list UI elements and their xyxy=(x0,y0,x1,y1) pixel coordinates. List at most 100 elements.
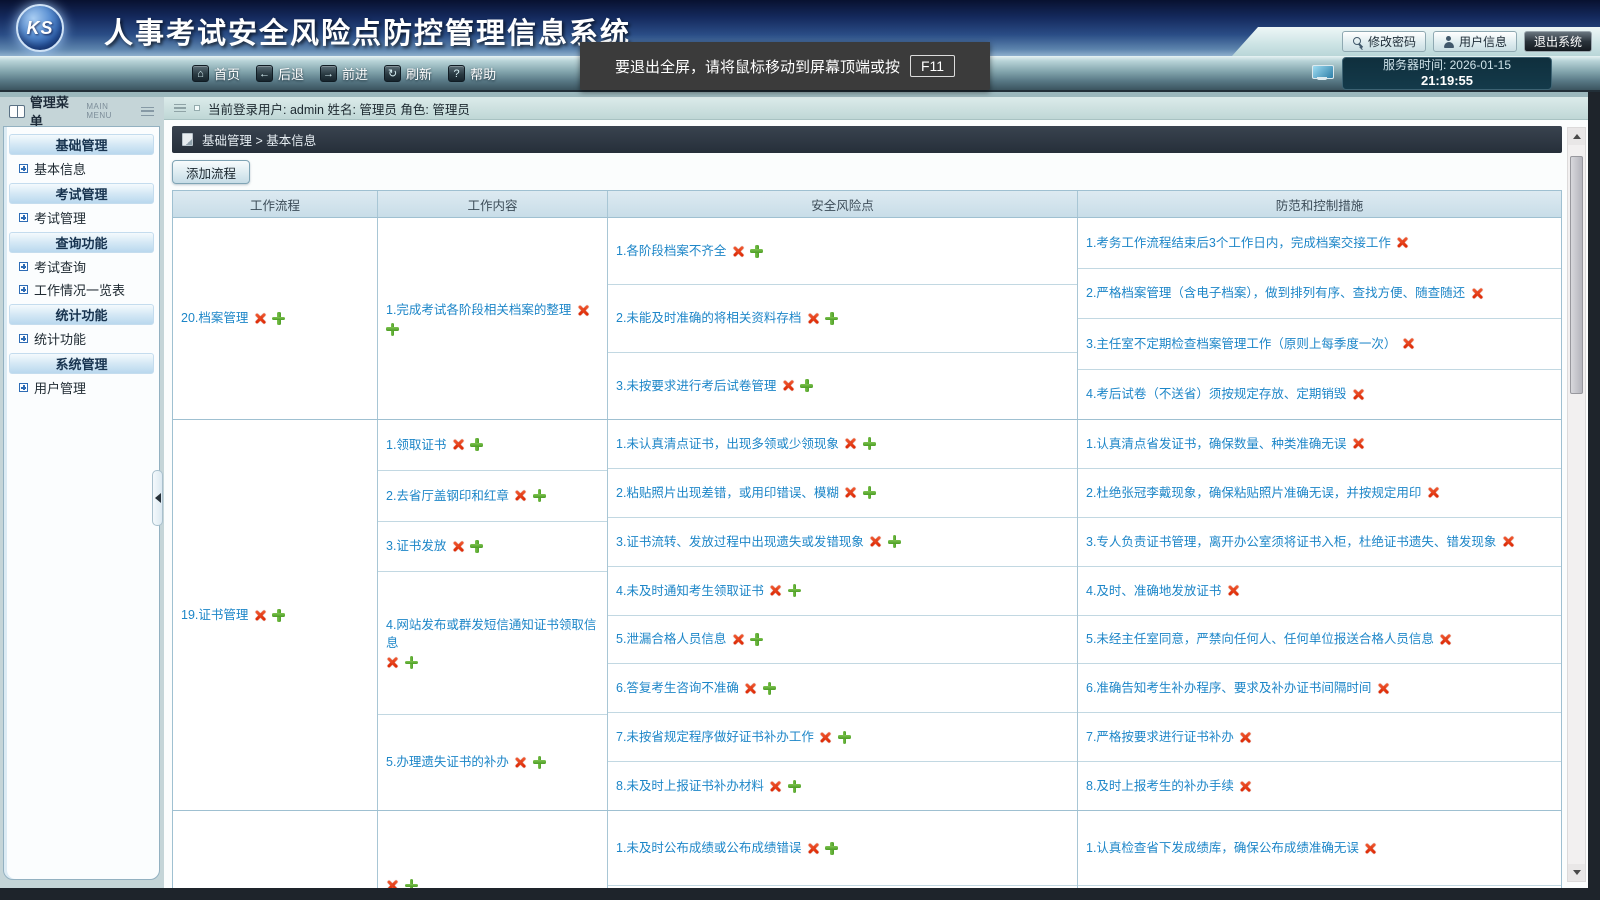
menu-toggle-icon[interactable] xyxy=(141,107,154,116)
add-icon[interactable] xyxy=(763,682,776,695)
logout-button[interactable]: 退出系统 xyxy=(1524,31,1592,52)
sidebar-item[interactable]: 工作情况一览表 xyxy=(7,278,156,301)
sidebar-collapse-handle[interactable] xyxy=(152,470,163,526)
add-icon[interactable] xyxy=(533,489,546,502)
cell-text: 7.未按省规定程序做好证书补办工作 xyxy=(616,728,814,746)
add-icon[interactable] xyxy=(838,731,851,744)
user-icon xyxy=(1443,36,1455,48)
delete-icon[interactable] xyxy=(844,486,858,500)
nav-item-refresh[interactable]: ↻刷新 xyxy=(384,64,432,83)
delete-icon[interactable] xyxy=(806,311,820,325)
add-icon[interactable] xyxy=(825,312,838,325)
delete-icon[interactable] xyxy=(253,312,267,326)
menu-group-header[interactable]: 统计功能 xyxy=(9,304,154,325)
user-info-bar: 当前登录用户: admin 姓名: 管理员 角色: 管理员 xyxy=(164,97,1588,120)
nav-item-label: 前进 xyxy=(342,64,368,83)
add-icon[interactable] xyxy=(405,879,418,888)
cell-text: 3.主任室不定期检查档案管理工作（原则上每季度一次） xyxy=(1086,335,1396,353)
menu-group-header[interactable]: 考试管理 xyxy=(9,183,154,204)
delete-icon[interactable] xyxy=(1501,535,1515,549)
sidebar-item[interactable]: 用户管理 xyxy=(7,376,156,399)
add-flow-button[interactable]: 添加流程 xyxy=(172,160,250,184)
delete-icon[interactable] xyxy=(731,244,745,258)
cell-text: 19.证书管理 xyxy=(181,606,248,624)
add-icon[interactable] xyxy=(533,756,546,769)
nav-item-help[interactable]: ?帮助 xyxy=(448,64,496,83)
menu-group-header[interactable]: 查询功能 xyxy=(9,232,154,253)
scroll-down-button[interactable] xyxy=(1568,864,1585,881)
delete-icon[interactable] xyxy=(1401,337,1415,351)
user-info-button[interactable]: 用户信息 xyxy=(1433,31,1517,52)
delete-icon[interactable] xyxy=(514,755,528,769)
help-icon: ? xyxy=(448,65,465,82)
delete-icon[interactable] xyxy=(1351,387,1365,401)
content-area: 管理菜单 MAIN MENU 基础管理基本信息考试管理考试管理查询功能考试查询工… xyxy=(0,92,1588,888)
add-icon[interactable] xyxy=(825,842,838,855)
add-icon[interactable] xyxy=(470,438,483,451)
measure-cell xyxy=(1078,886,1561,888)
delete-icon[interactable] xyxy=(1364,841,1378,855)
scroll-up-button[interactable] xyxy=(1568,128,1585,145)
cell-text: 6.准确告知考生补办程序、要求及补办证书间隔时间 xyxy=(1086,679,1371,697)
nav-item-back[interactable]: ←后退 xyxy=(256,64,304,83)
delete-icon[interactable] xyxy=(844,437,858,451)
nav-item-forward[interactable]: → 前进 xyxy=(320,64,368,83)
sidebar-item[interactable]: 基本信息 xyxy=(7,157,156,180)
delete-icon[interactable] xyxy=(1426,486,1440,500)
delete-icon[interactable] xyxy=(386,879,400,889)
sidebar-item[interactable]: 统计功能 xyxy=(7,327,156,350)
menu-group-header[interactable]: 系统管理 xyxy=(9,353,154,374)
delete-icon[interactable] xyxy=(451,539,465,553)
delete-icon[interactable] xyxy=(744,681,758,695)
delete-icon[interactable] xyxy=(386,656,400,670)
content-column xyxy=(378,811,608,888)
sidebar-item[interactable]: 考试查询 xyxy=(7,255,156,278)
delete-icon[interactable] xyxy=(514,489,528,503)
delete-icon[interactable] xyxy=(781,379,795,393)
delete-icon[interactable] xyxy=(1226,584,1240,598)
add-icon[interactable] xyxy=(272,609,285,622)
delete-icon[interactable] xyxy=(731,632,745,646)
delete-icon[interactable] xyxy=(1239,779,1253,793)
delete-icon[interactable] xyxy=(869,535,883,549)
vertical-scrollbar[interactable] xyxy=(1567,127,1586,882)
nav-item-home[interactable]: ⌂首页 xyxy=(192,64,240,83)
menu-group-header[interactable]: 基础管理 xyxy=(9,134,154,155)
add-icon[interactable] xyxy=(272,312,285,325)
measure-cell: 3.专人负责证书管理，离开办公室须将证书入柜，杜绝证书遗失、错发现象 xyxy=(1078,518,1561,567)
add-icon[interactable] xyxy=(386,323,399,336)
delete-icon[interactable] xyxy=(253,608,267,622)
sidebar-item-label: 工作情况一览表 xyxy=(34,280,125,299)
delete-icon[interactable] xyxy=(1239,730,1253,744)
delete-icon[interactable] xyxy=(769,779,783,793)
add-icon[interactable] xyxy=(788,780,801,793)
delete-icon[interactable] xyxy=(1376,681,1390,695)
sidebar-item[interactable]: 考试管理 xyxy=(7,206,156,229)
add-icon[interactable] xyxy=(405,656,418,669)
delete-icon[interactable] xyxy=(769,584,783,598)
delete-icon[interactable] xyxy=(1470,286,1484,300)
add-icon[interactable] xyxy=(863,437,876,450)
add-icon[interactable] xyxy=(788,584,801,597)
forward-icon: → xyxy=(320,65,337,82)
delete-icon[interactable] xyxy=(451,438,465,452)
add-icon[interactable] xyxy=(800,379,813,392)
risk-cell: 7.未按省规定程序做好证书补办工作 xyxy=(608,713,1077,762)
menu-item-icon xyxy=(19,262,28,271)
change-password-button[interactable]: 修改密码 xyxy=(1342,31,1426,52)
risk-cell: 4.未及时通知考生领取证书 xyxy=(608,567,1077,616)
add-icon[interactable] xyxy=(470,540,483,553)
scrollbar-thumb[interactable] xyxy=(1570,156,1583,394)
delete-icon[interactable] xyxy=(576,304,590,318)
delete-icon[interactable] xyxy=(1439,632,1453,646)
menu-item-icon xyxy=(19,285,28,294)
add-icon[interactable] xyxy=(750,633,763,646)
add-icon[interactable] xyxy=(863,486,876,499)
delete-icon[interactable] xyxy=(1351,437,1365,451)
delete-icon[interactable] xyxy=(806,841,820,855)
add-icon[interactable] xyxy=(750,245,763,258)
cell-text: 5.办理遗失证书的补办 xyxy=(386,753,509,771)
delete-icon[interactable] xyxy=(1396,236,1410,250)
delete-icon[interactable] xyxy=(819,730,833,744)
add-icon[interactable] xyxy=(888,535,901,548)
